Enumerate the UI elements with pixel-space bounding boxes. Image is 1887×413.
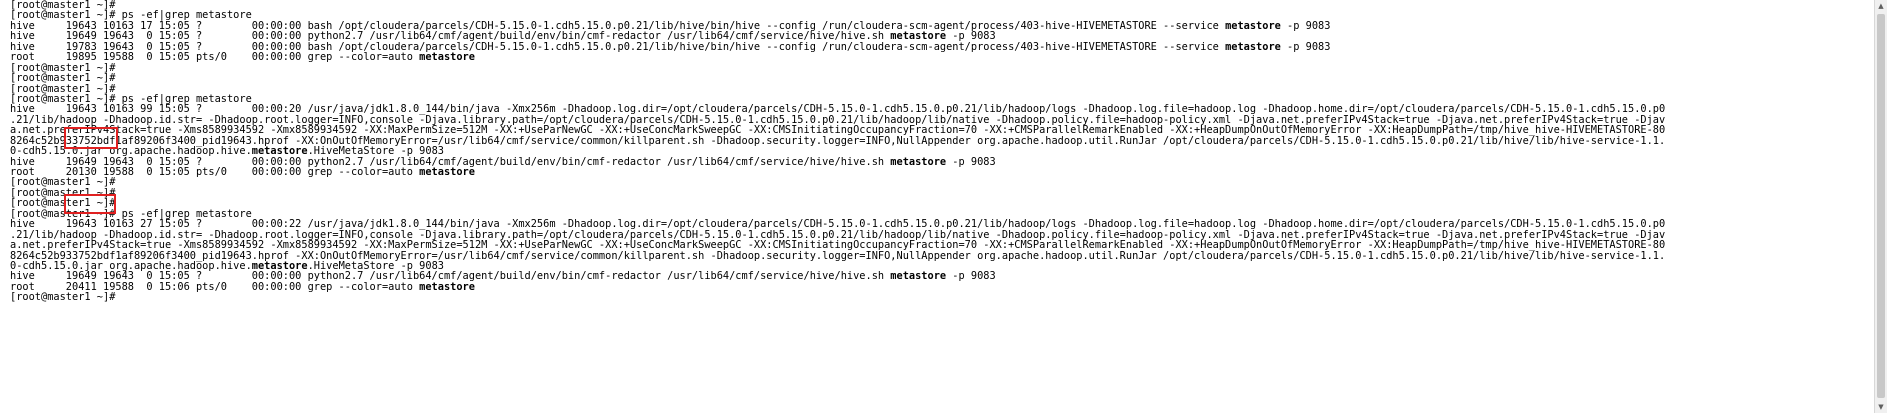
terminal-line: [root@master1 ~]# [10,62,1865,73]
terminal-line: [root@master1 ~]# [10,292,1865,302]
terminal-line: root 19895 19588 0 15:05 pts/0 00:00:00 … [10,52,1865,62]
grep-match-text: metastore [419,166,475,178]
grep-match-text: metastore [419,51,475,64]
terminal-line: [root@master1 ~]# [10,73,1865,83]
terminal-text: -p 9083 [1280,19,1331,32]
terminal-line: [root@master1 ~]# [10,83,1865,94]
terminal-output: [root@master1 ~]# [root@master1 ~]# ps -e… [10,0,1865,303]
scroll-up-arrow-icon[interactable]: ▲ [1875,0,1887,12]
grep-match-text: metastore [1225,19,1281,32]
terminal-line: [root@master1 ~]# [10,188,1865,198]
grep-match-text: metastore [1225,40,1281,53]
pid-highlight-box [64,127,118,149]
scroll-down-arrow-icon[interactable]: ▼ [1875,401,1887,413]
terminal-text: -p 9083 [946,155,996,168]
terminal-window[interactable]: [root@master1 ~]# [root@master1 ~]# ps -e… [0,0,1870,413]
terminal-text: -p 9083 [946,270,996,283]
grep-match-text: metastore [419,280,475,293]
terminal-text: [root@master1 ~]# [10,291,116,304]
terminal-line: [root@master1 ~]# [10,0,1865,10]
terminal-line: [root@master1 ~]# [10,177,1865,187]
pid-highlight-box [64,194,116,214]
vertical-scrollbar[interactable]: ▲ ▼ [1874,0,1887,413]
grep-match-text: metastore [890,270,947,283]
grep-match-text: metastore [890,155,947,168]
terminal-line: [root@master1 ~]# [10,198,1865,208]
terminal-line: root 20411 19588 0 15:06 pts/0 00:00:00 … [10,282,1865,292]
scrollbar-thumb[interactable] [1877,14,1885,398]
terminal-line: root 20130 19588 0 15:05 pts/0 00:00:00 … [10,167,1865,177]
terminal-text: -p 9083 [1280,40,1331,53]
